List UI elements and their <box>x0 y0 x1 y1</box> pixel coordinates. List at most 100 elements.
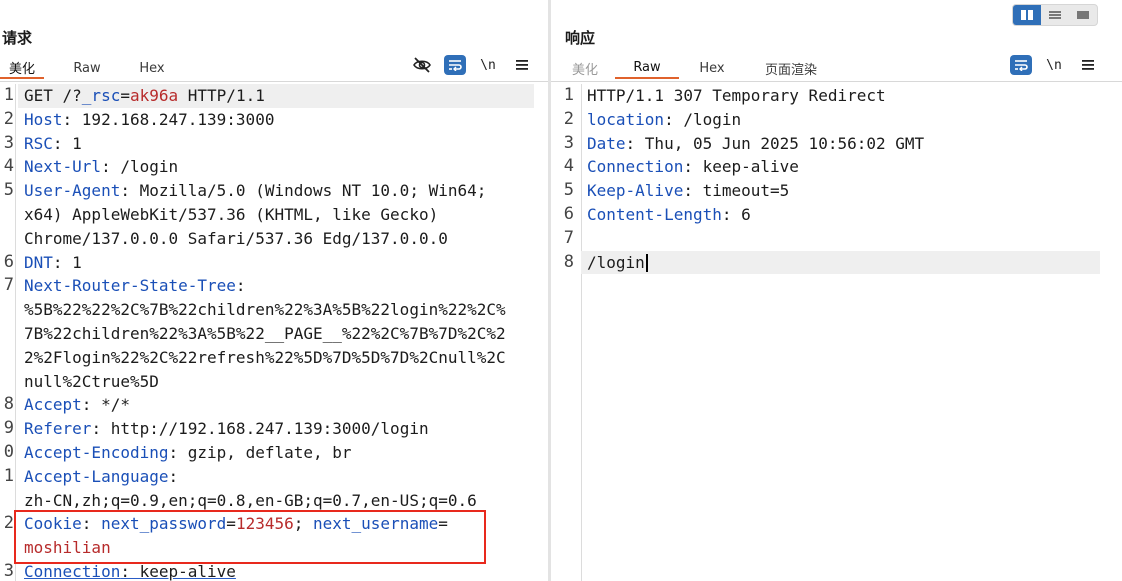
response-title: 响应 <box>565 29 596 47</box>
header-value: : <box>235 276 246 296</box>
header-value: : Mozilla/5.0 (Windows NT 10.0; Win64; <box>120 181 487 201</box>
line-text: 2%2Flogin%22%2C%22refresh%22%5D%7D%5D%7D… <box>24 348 506 367</box>
header-value: zh-CN,zh;q=0.9,en;q=0.8,en-GB;q=0.7,en-U… <box>24 490 477 510</box>
request-header-divider <box>0 81 548 82</box>
hide-toggle-button[interactable] <box>410 54 434 76</box>
line-number: 3 <box>563 132 574 153</box>
header-name: Accept-Encoding <box>24 442 169 462</box>
header-value: HTTP/1.1 307 Temporary Redirect <box>587 86 886 105</box>
code-line: 6 Content-Length: 6 <box>564 203 924 227</box>
response-tabs: 美化 Raw Hex 页面渲染 <box>555 57 837 79</box>
line-text: Next-Url: /login <box>24 157 178 176</box>
newline-toggle-button[interactable]: \n <box>1042 54 1066 76</box>
header-name: Connection <box>587 157 684 177</box>
code-line: 8/login <box>564 250 1100 275</box>
code-line: 1 GET /?_rsc=ak96a HTTP/1.1 <box>4 84 534 108</box>
response-code: 1 HTTP/1.1 307 Temporary Redirect 2 locatio… <box>564 84 1100 275</box>
tab-hex[interactable]: Hex <box>130 57 174 79</box>
code-line: null%2Ctrue%5D <box>24 370 506 394</box>
code-line: x64) AppleWebKit/537.36 (KHTML, like Gec… <box>24 203 506 227</box>
header-name: Keep-Alive <box>587 181 684 201</box>
header-name: Accept-Language <box>24 466 169 486</box>
menu-icon <box>516 60 528 70</box>
line-text: Accept-Encoding: gzip, deflate, br <box>24 443 352 462</box>
code-line: 4 Connection: keep-alive <box>564 155 924 179</box>
line-number: 2 <box>563 108 574 129</box>
response-editor[interactable]: 1 HTTP/1.1 307 Temporary Redirect 2 locatio… <box>551 84 1122 581</box>
header-value: : keep-alive <box>120 561 236 581</box>
line-number: 5 <box>3 180 14 201</box>
request-editor[interactable]: 1 GET /?_rsc=ak96a HTTP/1.1 2 Host: 192.168… <box>0 84 548 581</box>
tab-raw[interactable]: Raw <box>44 57 130 79</box>
header-value: 7B%22children%22%3A%5B%22__PAGE__%22%2C%… <box>24 323 506 343</box>
line-text: User-Agent: Mozilla/5.0 (Windows NT 10.0… <box>24 181 486 200</box>
line-number: 8 <box>563 251 574 272</box>
tab-pretty[interactable]: 美化 <box>555 57 615 79</box>
line-text: Accept-Language: <box>24 467 178 486</box>
line-text: DNT: 1 <box>24 253 82 272</box>
code-line: 1 Accept-Language: <box>4 465 506 489</box>
text-cursor <box>645 254 648 273</box>
line-text: /login <box>587 252 648 273</box>
line-text: GET /?_rsc=ak96a HTTP/1.1 <box>24 86 265 105</box>
wrap-toggle-button[interactable] <box>1010 55 1032 75</box>
header-value: GET /? <box>24 86 82 105</box>
response-menu-button[interactable] <box>1076 54 1100 76</box>
tab-hex[interactable]: Hex <box>679 57 745 79</box>
header-value: ak96a <box>129 86 179 105</box>
code-line: 9 Referer: http://192.168.247.139:3000/lo… <box>4 417 506 441</box>
line-number: 1 <box>563 85 574 105</box>
line-text: Referer: http://192.168.247.139:3000/log… <box>24 419 429 438</box>
line-text: location: /login <box>587 110 741 129</box>
response-toolbar: \n <box>1010 54 1100 76</box>
line-number: 2 <box>3 513 14 534</box>
newline-toggle-button[interactable]: \n <box>476 54 500 76</box>
tab-pretty[interactable]: 美化 <box>0 57 44 79</box>
line-text: Accept: */* <box>24 395 130 414</box>
request-title: 请求 <box>2 29 33 47</box>
request-toolbar: \n <box>410 54 534 76</box>
header-value: Chrome/137.0.0.0 Safari/537.36 Edg/137.0… <box>24 228 448 248</box>
code-line: 2 Host: 192.168.247.139:3000 <box>4 108 506 132</box>
header-value: x64) AppleWebKit/537.36 (KHTML, like Gec… <box>24 204 439 224</box>
line-number: 7 <box>563 227 574 248</box>
response-panel: 响应 美化 Raw Hex 页面渲染 \n 1 HTTP/1.1 307 Temp… <box>551 0 1122 581</box>
line-number: 1 <box>3 85 14 105</box>
header-name: RSC <box>24 133 53 153</box>
header-value: : */* <box>81 395 130 415</box>
header-name: Connection <box>24 561 121 581</box>
header-name: Next-Url <box>24 157 102 177</box>
line-text: Keep-Alive: timeout=5 <box>587 181 789 200</box>
tab-render[interactable]: 页面渲染 <box>745 57 837 79</box>
line-number: 4 <box>3 156 14 177</box>
header-name: Referer <box>24 419 92 439</box>
header-value: : timeout=5 <box>683 181 790 201</box>
header-name: location <box>587 109 665 129</box>
wrap-toggle-button[interactable] <box>444 55 466 75</box>
code-line: Chrome/137.0.0.0 Safari/537.36 Edg/137.0… <box>24 227 506 251</box>
tab-raw[interactable]: Raw <box>615 57 679 79</box>
current-line-highlight <box>581 250 1100 275</box>
code-line: 7 Next-Router-State-Tree: <box>4 274 506 298</box>
wrap-icon <box>1015 60 1028 71</box>
line-number: 1 <box>3 465 14 486</box>
code-line: 2%2Flogin%22%2C%22refresh%22%5D%7D%5D%7D… <box>24 346 506 370</box>
header-value: %5B%22%22%2C%7B%22children%22%3A%5B%22lo… <box>24 300 506 320</box>
line-text: Date: Thu, 05 Jun 2025 10:56:02 GMT <box>587 134 924 153</box>
response-header-divider <box>551 81 1122 82</box>
request-menu-button[interactable] <box>510 54 534 76</box>
line-number: 2 <box>3 108 14 129</box>
code-line: 5 Keep-Alive: timeout=5 <box>564 179 924 203</box>
code-line: 3 RSC: 1 <box>4 132 506 156</box>
code-line: 8 Accept: */* <box>4 393 506 417</box>
line-text: 7B%22children%22%3A%5B%22__PAGE__%22%2C%… <box>24 324 506 343</box>
header-value: : http://192.168.247.139:3000/login <box>91 419 429 439</box>
line-text: Connection: keep-alive <box>587 157 799 176</box>
line-number: 9 <box>3 418 14 439</box>
menu-icon <box>1082 60 1094 70</box>
header-value: /login <box>587 252 645 272</box>
header-value: : Thu, 05 Jun 2025 10:56:02 GMT <box>625 133 925 153</box>
header-value: : /login <box>664 109 742 129</box>
line-text: Connection: keep-alive <box>24 562 236 581</box>
line-number: 8 <box>3 394 14 415</box>
